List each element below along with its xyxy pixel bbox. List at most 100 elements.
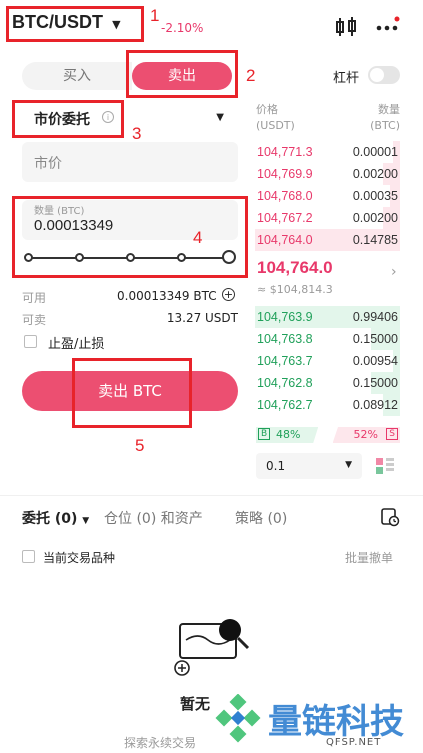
order-type-label: 市价委托 <box>34 112 90 128</box>
quantity-label: 数量 (BTC) <box>34 206 85 217</box>
chevron-down-icon: ▼ <box>82 516 90 526</box>
empty-title: 暂无 <box>180 695 211 713</box>
more-icon[interactable] <box>376 16 400 38</box>
divider <box>0 495 423 496</box>
slider-stop-25[interactable] <box>75 253 84 262</box>
ask-price: 104,768.0 <box>257 189 313 203</box>
ob-qty-unit: (BTC) <box>370 119 400 132</box>
bid-row[interactable]: 104,762.8 0.15000 <box>255 372 400 394</box>
info-icon: i <box>102 111 114 123</box>
ask-row[interactable]: 104,769.9 0.00200 <box>255 163 400 185</box>
bid-row[interactable]: 104,763.9 0.99406 <box>255 306 400 328</box>
chevron-right-icon[interactable]: › <box>391 264 397 280</box>
annotation-label-2: 2 <box>246 66 256 85</box>
last-price-usd: ≈ $104,814.3 <box>257 283 333 296</box>
ask-price: 104,771.3 <box>257 145 313 159</box>
bid-price: 104,763.8 <box>257 332 313 346</box>
chevron-down-icon: ▼ <box>345 460 352 470</box>
ob-price-header: 价格 <box>256 103 278 116</box>
tab-strategy[interactable]: 策略 (0) <box>235 508 287 528</box>
toggle-knob <box>370 68 384 82</box>
pair-name: BTC/USDT <box>12 12 103 32</box>
bid-quantity: 0.15000 <box>352 376 398 390</box>
leverage-label: 杠杆 <box>333 71 360 86</box>
buy-ratio-value: 48% <box>276 428 301 441</box>
watermark-logo <box>212 693 264 746</box>
pair-selector[interactable]: BTC/USDT ▼ <box>12 12 121 38</box>
sellable-label: 可卖 <box>22 313 47 327</box>
chevron-down-icon: ▼ <box>112 18 121 31</box>
ask-quantity: 0.00001 <box>352 145 398 159</box>
bid-quantity: 0.00954 <box>352 354 398 368</box>
ask-row[interactable]: 104,764.0 0.14785 <box>255 229 400 251</box>
tpsl-checkbox[interactable] <box>24 335 37 348</box>
price-change: -2.10% <box>161 21 204 35</box>
ask-row[interactable]: 104,767.2 0.00200 <box>255 207 400 229</box>
bid-price: 104,762.8 <box>257 376 313 390</box>
quantity-input[interactable]: 数量 (BTC) 0.00013349 <box>22 200 238 240</box>
tab-orders[interactable]: 委托 (0) ▼ <box>22 508 89 528</box>
ob-price-unit: (USDT) <box>256 119 295 132</box>
chevron-down-icon: ▼ <box>216 112 224 123</box>
last-price[interactable]: 104,764.0 <box>257 258 333 278</box>
order-type-select[interactable]: 市价委托 i ▼ <box>22 103 238 133</box>
annotation-label-1: 1 <box>150 6 160 25</box>
buy-sell-ratio-bar: B 48% 52% S <box>256 427 400 443</box>
buy-tab-label: 买入 <box>63 68 91 84</box>
batch-cancel-button[interactable]: 批量撤单 <box>345 549 393 566</box>
order-history-icon[interactable] <box>380 507 400 527</box>
candlestick-icon[interactable] <box>334 16 358 38</box>
slider-handle[interactable] <box>222 250 236 264</box>
transfer-icon[interactable]: + <box>222 288 235 301</box>
empty-state-icon <box>172 612 256 682</box>
buy-tab[interactable]: 买入 <box>22 62 132 90</box>
quantity-slider[interactable] <box>24 250 236 264</box>
ask-price: 104,769.9 <box>257 167 313 181</box>
ask-row[interactable]: 104,771.3 0.00001 <box>255 141 400 163</box>
bid-row[interactable]: 104,763.8 0.15000 <box>255 328 400 350</box>
buy-ratio-letter: B <box>258 428 271 440</box>
ask-price: 104,767.2 <box>257 211 313 225</box>
annotation-label-4: 4 <box>193 228 203 247</box>
available-label: 可用 <box>22 291 47 305</box>
slider-stop-50[interactable] <box>126 253 135 262</box>
precision-value: 0.1 <box>266 459 286 473</box>
orderbook-view-icon[interactable] <box>374 455 396 477</box>
precision-select[interactable]: 0.1 ▼ <box>256 453 362 479</box>
bid-quantity: 0.99406 <box>352 310 398 324</box>
slider-stop-0[interactable] <box>24 253 33 262</box>
sell-tab[interactable]: 卖出 <box>132 62 232 90</box>
sell-tab-label: 卖出 <box>168 68 196 84</box>
ob-qty-header: 数量 <box>378 103 400 116</box>
ask-quantity: 0.00200 <box>352 167 398 181</box>
bid-price: 104,762.7 <box>257 398 313 412</box>
bid-quantity: 0.08912 <box>352 398 398 412</box>
slider-stop-75[interactable] <box>177 253 186 262</box>
tpsl-label: 止盈/止损 <box>48 337 105 352</box>
sellable-value: 13.27 USDT <box>166 311 238 325</box>
tab-orders-label: 委托 (0) <box>22 511 78 527</box>
quantity-value: 0.00013349 <box>34 217 114 234</box>
explore-perpetual-link[interactable]: 探索永续交易 <box>124 734 196 751</box>
ask-quantity: 0.14785 <box>352 233 398 247</box>
bid-price: 104,763.9 <box>257 310 313 324</box>
ask-row[interactable]: 104,768.0 0.00035 <box>255 185 400 207</box>
current-pair-checkbox[interactable] <box>22 550 35 563</box>
bid-quantity: 0.15000 <box>352 332 398 346</box>
current-pair-label: 当前交易品种 <box>43 551 116 565</box>
annotation-label-3: 3 <box>132 124 142 143</box>
ask-price: 104,764.0 <box>257 233 313 247</box>
ask-quantity: 0.00200 <box>352 211 398 225</box>
sell-ratio-value: 52% <box>353 428 378 441</box>
leverage-toggle[interactable] <box>368 66 400 84</box>
price-input[interactable]: 市价 <box>22 142 238 182</box>
sell-submit-button[interactable]: 卖出 BTC <box>22 371 238 411</box>
watermark-text: 量链科技 <box>268 702 404 742</box>
bid-row[interactable]: 104,762.7 0.08912 <box>255 394 400 416</box>
tab-positions[interactable]: 仓位 (0) 和资产 <box>104 508 203 528</box>
bid-row[interactable]: 104,763.7 0.00954 <box>255 350 400 372</box>
watermark-subtext: QFSP.NET <box>326 737 382 748</box>
bid-price: 104,763.7 <box>257 354 313 368</box>
sell-ratio-letter: S <box>386 428 398 440</box>
price-input-placeholder: 市价 <box>34 156 62 172</box>
